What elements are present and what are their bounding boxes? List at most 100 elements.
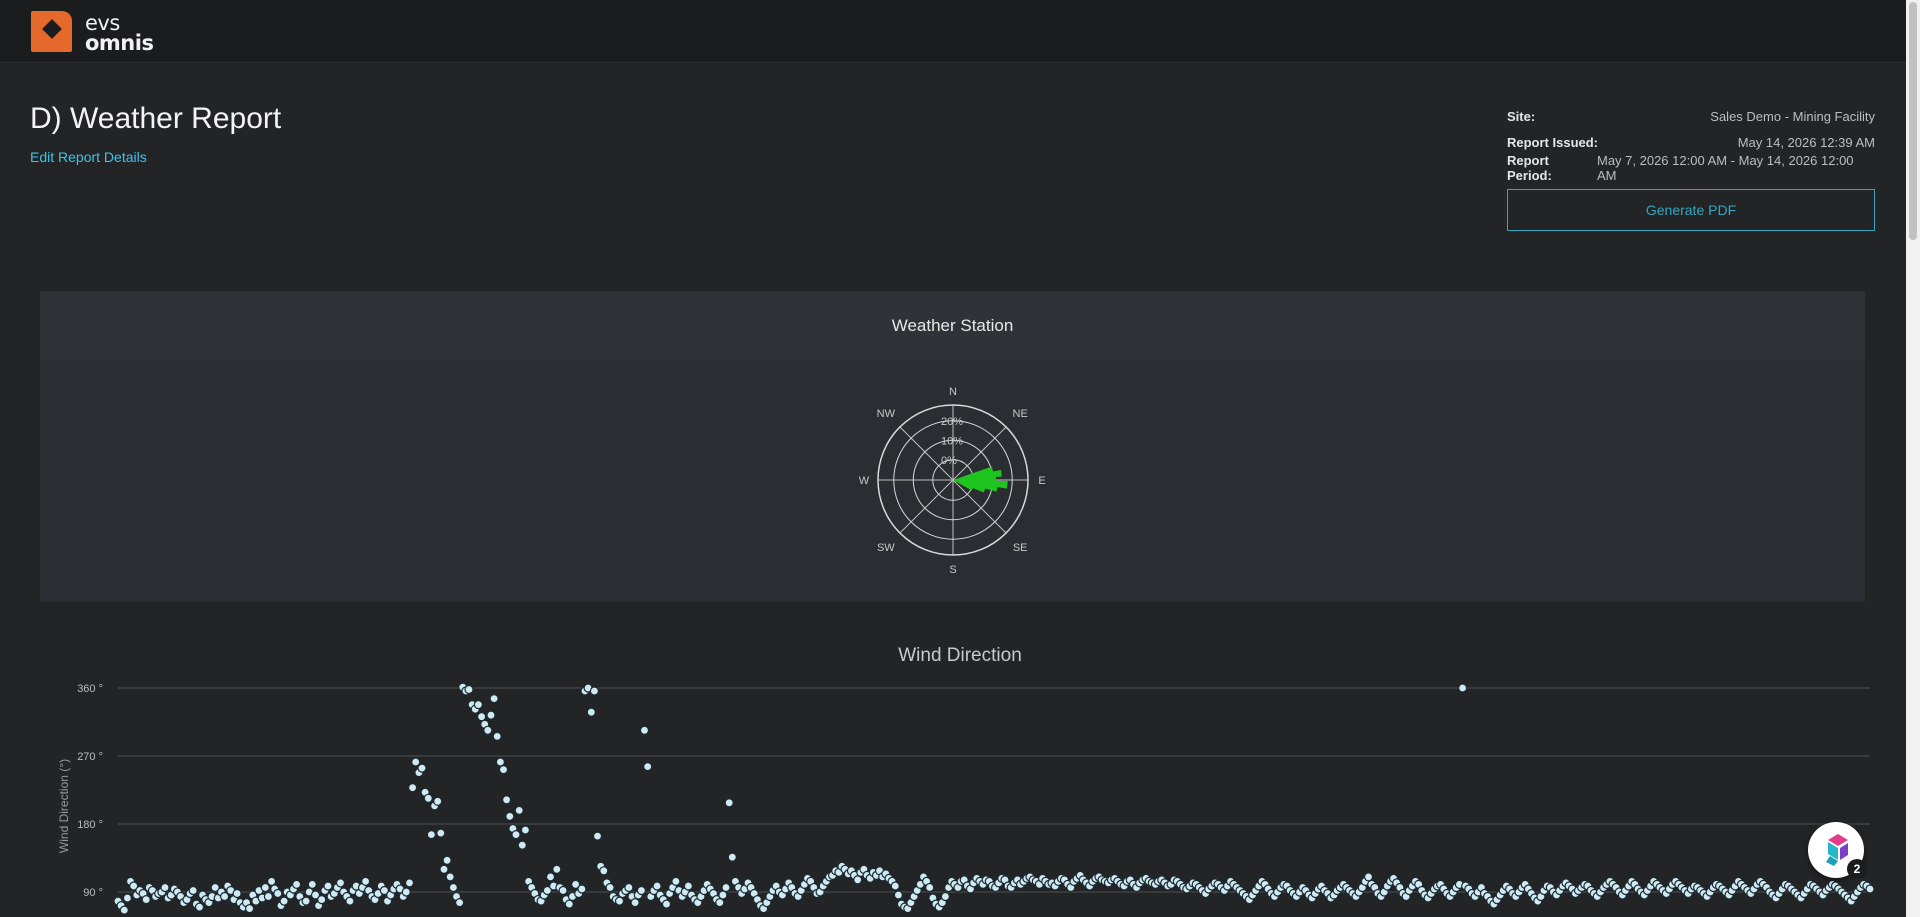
wind-data-point (630, 898, 640, 908)
scrollbar-thumb[interactable] (1909, 2, 1917, 240)
wind-data-point (119, 905, 129, 915)
wind-data-point (417, 763, 427, 773)
wind-data-point (486, 710, 496, 720)
wind-data-point (477, 712, 487, 722)
wind-data-point (940, 891, 951, 902)
wind-tick-label: 180 ° (77, 819, 103, 831)
wind-data-point (564, 899, 574, 909)
wind-data-point (643, 761, 653, 772)
wind-data-point (545, 872, 556, 882)
wind-data-point (426, 830, 436, 840)
wind-rose-chart: 0% 10% 20% N NE E SE S SW W NW (859, 386, 1046, 576)
rose-compass-label: N (949, 386, 957, 398)
rose-ring-label: 20% (941, 416, 963, 428)
wind-data-point (624, 882, 634, 893)
wind-data-point (721, 882, 731, 893)
wind-data-point (592, 831, 603, 841)
wind-data-point (505, 811, 515, 821)
wind-data-point (489, 693, 499, 704)
wind-data-point (724, 798, 734, 808)
wind-data-point (404, 878, 415, 888)
wind-y-axis-label: Wind Direction (°) (57, 759, 71, 853)
wind-data-point (517, 840, 527, 850)
wind-data-point (661, 899, 672, 909)
wind-data-point (502, 795, 512, 805)
wind-data-point (436, 828, 446, 838)
wind-tick-label: 270 ° (77, 751, 103, 763)
wind-data-point (411, 757, 421, 767)
wind-data-point (853, 875, 863, 885)
wind-data-point (423, 793, 433, 803)
rose-ring-label: 10% (941, 435, 963, 447)
wind-data-point (263, 891, 273, 902)
wind-data-point (520, 825, 531, 835)
wind-data-point (652, 881, 662, 891)
help-widget-button[interactable]: 2 (1808, 822, 1867, 879)
wind-data-point (292, 879, 302, 889)
wind-data-point (361, 876, 371, 886)
wind-data-point (335, 878, 346, 888)
rose-compass-label: W (859, 475, 870, 487)
wind-data-point (1363, 872, 1374, 882)
wind-data-point (552, 864, 562, 874)
wind-data-point (445, 872, 455, 882)
notification-badge: 2 (1847, 859, 1867, 879)
wind-data-point (890, 881, 900, 891)
wind-data-point (577, 884, 587, 894)
wind-data-point (317, 895, 327, 905)
wind-data-point (492, 731, 502, 742)
wind-data-point (511, 830, 521, 840)
rose-compass-label: NE (1013, 408, 1028, 420)
page-scrollbar[interactable] (1906, 0, 1920, 917)
wind-data-point (188, 885, 198, 896)
rose-compass-label: NW (877, 408, 896, 420)
wind-data-point (473, 699, 483, 710)
wind-data-point (671, 876, 681, 886)
wind-data-point (599, 866, 609, 876)
rose-compass-label: SE (1013, 542, 1028, 554)
wind-data-point (323, 881, 333, 891)
wind-data-point (279, 896, 289, 906)
wind-data-point (408, 783, 418, 793)
wind-data-point (605, 882, 615, 893)
wind-data-point (220, 891, 230, 902)
wind-data-point (495, 757, 505, 767)
wind-tick-label: 90 ° (83, 887, 103, 899)
wind-data-point (442, 855, 452, 865)
wind-data-point (683, 881, 694, 891)
wind-data-point (893, 890, 904, 900)
wind-data-point (1457, 683, 1468, 693)
wind-data-point (433, 796, 443, 806)
wind-data-point (439, 864, 449, 874)
wind-data-point (194, 902, 205, 912)
wind-data-point (589, 686, 600, 696)
wind-data-point (715, 898, 725, 908)
rose-compass-label: S (949, 564, 956, 576)
rose-ring-label: 0% (941, 455, 957, 467)
wind-data-point (718, 890, 728, 900)
wind-data-point (245, 904, 255, 914)
wind-data-point (925, 882, 935, 893)
wind-data-point (273, 888, 283, 899)
rose-compass-label: SW (877, 542, 895, 554)
wind-data-point (267, 876, 277, 886)
wind-data-point (464, 684, 474, 695)
wind-data-point (160, 882, 170, 893)
wind-data-point (514, 805, 524, 815)
wind-data-point (483, 725, 493, 735)
wind-data-point (345, 896, 355, 906)
wind-data-point (455, 898, 465, 908)
wind-data-point (401, 887, 411, 897)
rose-spoke (899, 479, 954, 534)
wind-data-point (614, 896, 625, 906)
wind-data-point (301, 896, 311, 906)
wind-data-point (260, 882, 270, 893)
wind-data-point (558, 885, 568, 896)
wind-data-point (727, 852, 737, 862)
wind-data-point (1865, 884, 1875, 894)
wind-data-point (307, 879, 317, 889)
wind-direction-chart: 360 ° 270 ° 180 ° 90 ° Wind Direction (°) (57, 682, 1875, 915)
wind-data-point (639, 725, 650, 735)
wind-data-point (232, 888, 242, 899)
wind-data-point (636, 885, 647, 896)
